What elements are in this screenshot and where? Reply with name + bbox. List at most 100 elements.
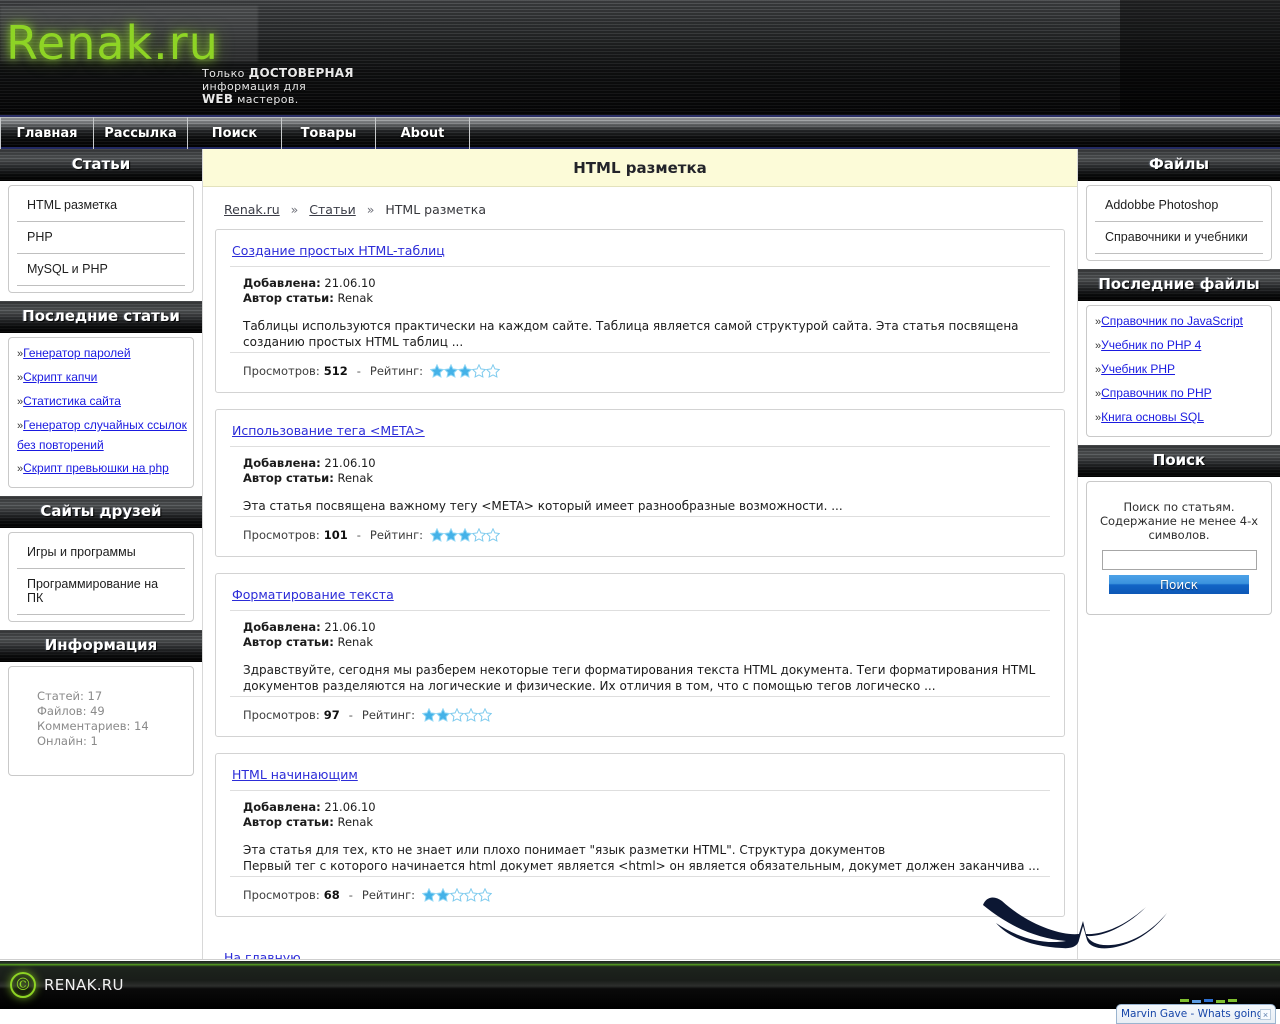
list-item[interactable]: »Скрипт превьюшки на php xyxy=(9,457,193,481)
article-title-link[interactable]: HTML начинающим xyxy=(232,767,358,782)
site-logo[interactable]: Renak.ru xyxy=(6,16,219,70)
article-views-count: 512 xyxy=(323,364,348,378)
label-rating: Рейтинг: xyxy=(369,364,423,378)
latest-article-link[interactable]: Генератор случайных ссылок без повторени… xyxy=(17,418,187,452)
stat-articles: Статей: 17 xyxy=(37,689,103,703)
article-title-link[interactable]: Использование тега <META> xyxy=(232,423,425,438)
article-card: Создание простых HTML-таблиц Добавлена: … xyxy=(215,229,1065,393)
latest-file-link[interactable]: Учебник по PHP 4 xyxy=(1101,338,1201,352)
latest-article-link[interactable]: Скрипт превьюшки на php xyxy=(23,461,169,475)
rating-stars[interactable] xyxy=(429,528,500,542)
label-added: Добавлена: xyxy=(243,620,321,634)
list-item[interactable]: »Справочник по PHP xyxy=(1087,382,1271,406)
article-meta: Добавлена: 21.06.10 Автор статьи: Renak xyxy=(230,276,1050,306)
footer-bar xyxy=(0,961,1280,1009)
audio-player-widget[interactable]: Marvin Gave - Whats going on × xyxy=(1116,1004,1276,1024)
star-icon[interactable] xyxy=(471,364,486,378)
star-icon[interactable] xyxy=(443,364,458,378)
label-author: Автор статьи: xyxy=(243,635,334,649)
rating-stars[interactable] xyxy=(421,888,492,902)
article-author: Renak xyxy=(337,815,374,829)
star-icon[interactable] xyxy=(463,708,478,722)
star-icon[interactable] xyxy=(485,528,500,542)
label-author: Автор статьи: xyxy=(243,471,334,485)
rating-stars[interactable] xyxy=(429,364,500,378)
star-icon[interactable] xyxy=(429,364,444,378)
latest-file-link[interactable]: Справочник по JavaScript xyxy=(1101,314,1243,328)
star-icon[interactable] xyxy=(463,888,478,902)
nav-item-home[interactable]: Главная xyxy=(0,117,94,149)
list-item[interactable]: »Учебник PHP xyxy=(1087,358,1271,382)
list-item[interactable]: »Статистика сайта xyxy=(9,390,193,414)
latest-article-link[interactable]: Статистика сайта xyxy=(23,394,121,408)
sidebar-item-html[interactable]: HTML разметка xyxy=(17,190,185,222)
breadcrumb-separator-icon: » xyxy=(290,202,299,217)
footer-dash: - xyxy=(356,364,361,378)
article-title-link[interactable]: Форматирование текста xyxy=(232,587,394,602)
star-icon[interactable] xyxy=(421,708,436,722)
label-author: Автор статьи: xyxy=(243,291,334,305)
search-hint: Поиск по статьям. Содержание не менее 4-… xyxy=(1087,486,1271,548)
article-footer: Просмотров: 97 - Рейтинг: xyxy=(230,708,1050,722)
nav-item-goods[interactable]: Товары xyxy=(282,117,376,149)
search-button[interactable]: Поиск xyxy=(1109,575,1249,594)
panel-body-articles: HTML разметка PHP MySQL и PHP xyxy=(8,185,194,293)
latest-file-link[interactable]: Книга основы SQL xyxy=(1101,410,1204,424)
panel-title-articles: Статьи xyxy=(0,149,202,181)
star-icon[interactable] xyxy=(449,888,464,902)
nav-item-mailing[interactable]: Рассылка xyxy=(94,117,188,149)
sidebar-item-mysql[interactable]: MySQL и PHP xyxy=(17,254,185,286)
star-icon[interactable] xyxy=(449,708,464,722)
article-meta: Добавлена: 21.06.10 Автор статьи: Renak xyxy=(230,800,1050,830)
star-icon[interactable] xyxy=(421,888,436,902)
latest-file-link[interactable]: Справочник по PHP xyxy=(1101,386,1212,400)
panel-body-information: Статей: 17 Файлов: 49 Комментариев: 14 О… xyxy=(8,666,194,776)
article-meta: Добавлена: 21.06.10 Автор статьи: Renak xyxy=(230,456,1050,486)
sidebar-item-programming[interactable]: Программирование на ПК xyxy=(17,569,185,615)
star-icon[interactable] xyxy=(429,528,444,542)
search-input[interactable] xyxy=(1101,550,1257,570)
footer-site-name: RENAK.RU xyxy=(44,976,124,994)
latest-file-link[interactable]: Учебник PHP xyxy=(1101,362,1175,376)
list-item[interactable]: »Учебник по PHP 4 xyxy=(1087,334,1271,358)
close-icon[interactable]: × xyxy=(1260,1008,1271,1020)
star-icon[interactable] xyxy=(435,708,450,722)
list-item[interactable]: »Генератор случайных ссылок без повторен… xyxy=(9,414,193,457)
list-item[interactable]: »Скрипт капчи xyxy=(9,366,193,390)
star-icon[interactable] xyxy=(485,364,500,378)
article-card: Форматирование текста Добавлена: 21.06.1… xyxy=(215,573,1065,737)
article-title-link[interactable]: Создание простых HTML-таблиц xyxy=(232,243,445,258)
star-icon[interactable] xyxy=(457,528,472,542)
breadcrumb-item-site[interactable]: Renak.ru xyxy=(224,202,280,217)
slogan-line3-bold: WEB xyxy=(202,92,234,106)
sidebar-item-photoshop[interactable]: Addobbe Photoshop xyxy=(1095,190,1263,222)
nav-item-about[interactable]: About xyxy=(376,117,470,149)
list-item[interactable]: »Справочник по JavaScript xyxy=(1087,310,1271,334)
rating-stars[interactable] xyxy=(421,708,492,722)
article-footer: Просмотров: 68 - Рейтинг: xyxy=(230,888,1050,902)
sidebar-item-php[interactable]: PHP xyxy=(17,222,185,254)
nav-item-search[interactable]: Поиск xyxy=(188,117,282,149)
star-icon[interactable] xyxy=(477,888,492,902)
list-item[interactable]: »Генератор паролей xyxy=(9,342,193,366)
panel-body-latest-articles: »Генератор паролей »Скрипт капчи »Статис… xyxy=(8,337,194,488)
site-slogan: Только ДОСТОВЕРНАЯ информация для WEB ма… xyxy=(202,67,354,107)
sidebar-item-games[interactable]: Игры и программы xyxy=(17,537,185,569)
footer-dash: - xyxy=(356,528,361,542)
breadcrumb-item-section[interactable]: Статьи xyxy=(309,202,355,217)
latest-article-link[interactable]: Скрипт капчи xyxy=(23,370,97,384)
copyright-icon: © xyxy=(10,972,36,998)
list-item[interactable]: »Книга основы SQL xyxy=(1087,406,1271,430)
article-title: Использование тега <META> xyxy=(230,422,1050,447)
star-icon[interactable] xyxy=(443,528,458,542)
stat-online: Онлайн: 1 xyxy=(37,734,98,748)
article-date: 21.06.10 xyxy=(324,620,376,634)
star-icon[interactable] xyxy=(435,888,450,902)
star-icon[interactable] xyxy=(457,364,472,378)
star-icon[interactable] xyxy=(471,528,486,542)
sidebar-item-manuals[interactable]: Справочники и учебники xyxy=(1095,222,1263,254)
star-icon[interactable] xyxy=(477,708,492,722)
latest-article-link[interactable]: Генератор паролей xyxy=(23,346,130,360)
article-card: Использование тега <META> Добавлена: 21.… xyxy=(215,409,1065,557)
page-root: Renak.ru Только ДОСТОВЕРНАЯ информация д… xyxy=(0,0,1280,1024)
